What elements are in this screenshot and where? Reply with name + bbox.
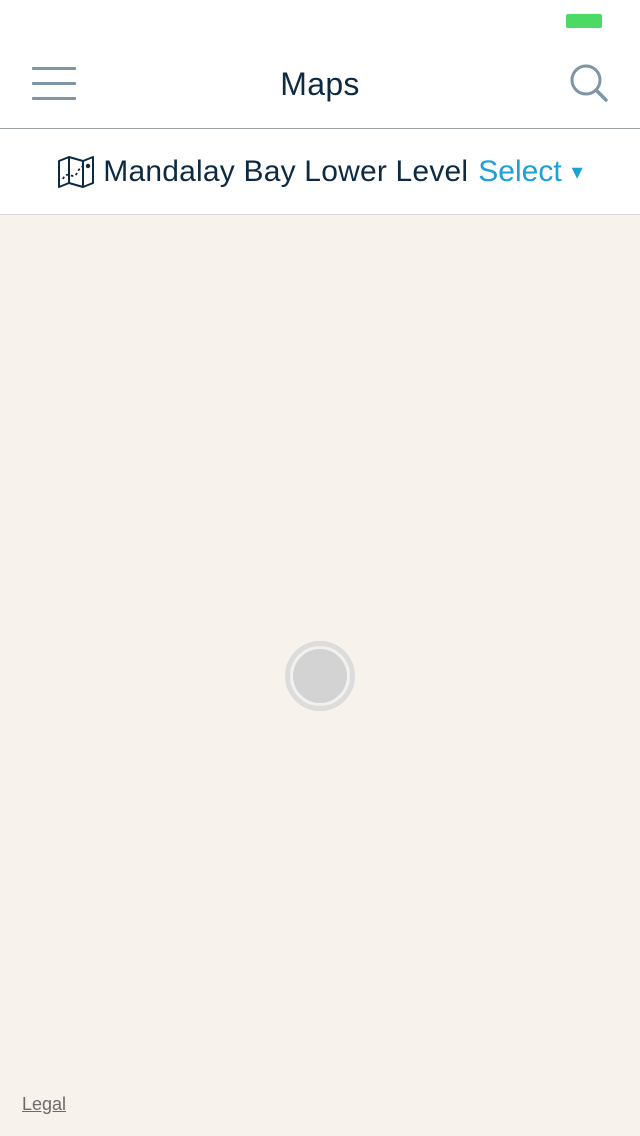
- app-header: Maps: [0, 40, 640, 129]
- location-name: Mandalay Bay Lower Level: [103, 154, 469, 188]
- location-selector-bar: Mandalay Bay Lower Level Select ▾: [0, 129, 640, 215]
- loading-spinner: [285, 641, 355, 711]
- caret-down-icon: ▾: [571, 158, 583, 184]
- status-bar: [0, 0, 640, 40]
- location-select-dropdown[interactable]: Select ▾: [478, 155, 582, 189]
- legal-link[interactable]: Legal: [22, 1094, 66, 1115]
- search-button[interactable]: [560, 58, 620, 112]
- page-title: Maps: [280, 66, 360, 102]
- maps-screen: Maps Mandalay Bay Lower Level Select ▾ L…: [0, 0, 640, 1136]
- battery-indicator: [566, 14, 602, 28]
- search-icon: [570, 64, 608, 102]
- select-label: Select: [478, 154, 562, 188]
- map-canvas[interactable]: Legal: [0, 215, 640, 1136]
- map-icon: [58, 155, 95, 188]
